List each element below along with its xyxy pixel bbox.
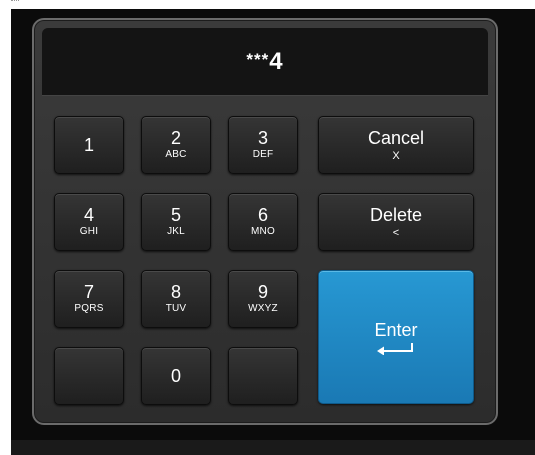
key-digit: 3 [257,128,268,148]
cancel-shortcut: X [392,150,400,162]
key-letters: MNO [251,226,275,237]
key-6[interactable]: 6 MNO [228,193,298,251]
bottom-bar [11,440,535,455]
cancel-button[interactable]: Cancel X [318,116,474,174]
delete-shortcut: < [392,227,400,239]
key-digit: 6 [257,205,268,225]
enter-label: Enter [374,320,418,340]
key-letters: DEF [252,149,274,160]
key-9[interactable]: 9 WXYZ [228,270,298,328]
key-digit: 7 [83,282,94,302]
corner-mark [11,0,19,4]
key-digit: 0 [170,365,181,386]
enter-button[interactable]: Enter [318,270,474,404]
delete-label: Delete [369,205,423,225]
key-7[interactable]: 7 PQRS [54,270,124,328]
pin-display: ***4 [42,28,488,96]
key-4[interactable]: 4 GHI [54,193,124,251]
key-letters: GHI [79,226,99,237]
key-digit: 5 [170,205,181,225]
delete-button[interactable]: Delete < [318,193,474,251]
blank-key-left [54,347,124,405]
key-0[interactable]: 0 [141,347,211,405]
key-letters: PQRS [74,303,104,314]
key-letters: TUV [165,303,187,314]
key-digit: 2 [170,128,181,148]
key-digit: 4 [83,205,94,225]
key-letters: ABC [165,149,187,160]
key-2[interactable]: 2 ABC [141,116,211,174]
key-letters: JKL [167,226,185,237]
key-8[interactable]: 8 TUV [141,270,211,328]
pin-pad-panel: ***4 1 2 ABC 3 DEF Cancel X 4 GHI 5 JKL … [32,18,498,425]
blank-key-right [228,347,298,405]
pin-last-digit: 4 [269,47,284,75]
pin-mask: *** [246,49,270,69]
key-digit: 8 [170,282,181,302]
pin-entry-text: ***4 [246,48,283,76]
return-arrow-icon [377,343,413,355]
key-5[interactable]: 5 JKL [141,193,211,251]
key-letters: WXYZ [248,303,278,314]
key-digit: 9 [257,282,268,302]
key-digit: 1 [83,134,94,155]
key-1[interactable]: 1 [54,116,124,174]
key-3[interactable]: 3 DEF [228,116,298,174]
cancel-label: Cancel [367,128,425,148]
